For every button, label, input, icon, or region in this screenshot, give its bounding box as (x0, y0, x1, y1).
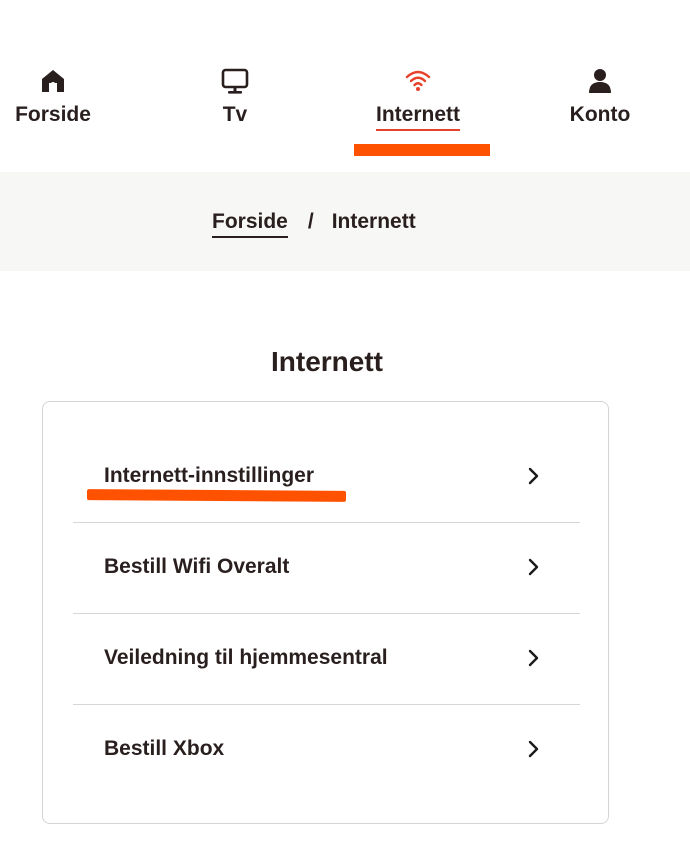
menu-item-veiledning-hjemmesentral[interactable]: Veiledning til hjemmesentral (73, 613, 580, 703)
nav-item-forside[interactable]: Forside (0, 66, 128, 128)
menu-item-internett-innstillinger[interactable]: Internett-innstillinger (73, 431, 580, 521)
wifi-icon (403, 66, 433, 96)
breadcrumb-separator: / (307, 210, 314, 233)
internett-menu-card: Internett-innstillinger Bestill Wifi Ove… (42, 401, 609, 824)
user-icon (585, 66, 615, 96)
nav-item-label: Internett (376, 102, 460, 131)
breadcrumb-link-forside[interactable]: Forside (212, 210, 288, 238)
breadcrumb-current: Internett (331, 210, 416, 233)
top-navigation: Forside Tv Internett Konto (0, 0, 690, 172)
menu-item-bestill-xbox[interactable]: Bestill Xbox (73, 704, 580, 794)
breadcrumb: Forside / Internett (212, 209, 416, 238)
nav-item-tv[interactable]: Tv (160, 66, 310, 128)
menu-item-label: Internett-innstillinger (104, 464, 314, 487)
nav-item-internett[interactable]: Internett (343, 66, 493, 131)
nav-item-konto[interactable]: Konto (525, 66, 675, 128)
nav-item-label: Forside (15, 103, 91, 126)
chevron-right-icon (526, 649, 542, 667)
menu-item-label: Bestill Wifi Overalt (104, 555, 290, 578)
chevron-right-icon (526, 558, 542, 576)
nav-item-label: Konto (569, 103, 631, 126)
home-icon (38, 66, 68, 96)
active-tab-indicator (354, 144, 490, 156)
nav-item-label: Tv (222, 103, 248, 126)
page: Forside Tv Internett Konto Forside / Int… (0, 0, 690, 852)
menu-item-bestill-wifi-overalt[interactable]: Bestill Wifi Overalt (73, 522, 580, 612)
chevron-right-icon (526, 740, 542, 758)
page-title: Internett (271, 346, 383, 377)
tv-icon (220, 66, 250, 96)
chevron-right-icon (526, 467, 542, 485)
highlight-underline (86, 489, 347, 502)
menu-item-label: Bestill Xbox (104, 737, 225, 760)
menu-item-label: Veiledning til hjemmesentral (104, 646, 388, 669)
